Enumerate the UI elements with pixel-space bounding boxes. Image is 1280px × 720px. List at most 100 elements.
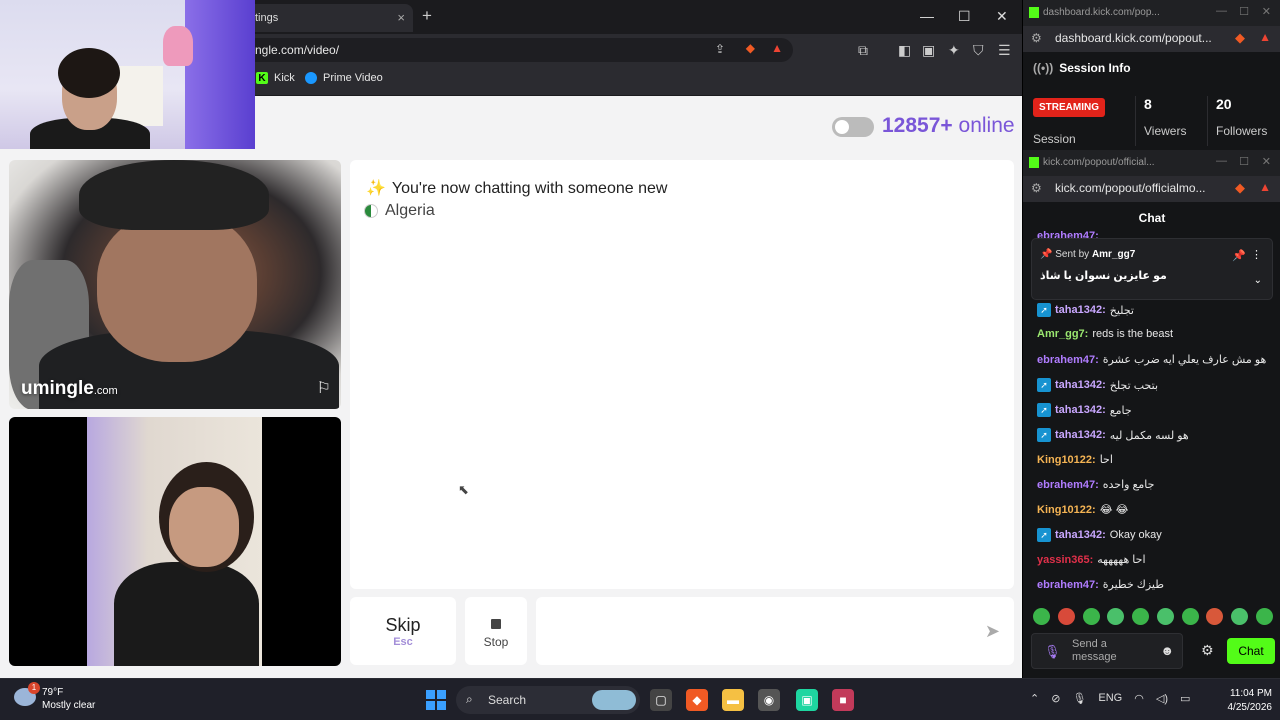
- minimize-icon[interactable]: —: [1216, 155, 1227, 167]
- leo-ai-icon[interactable]: ✦: [948, 42, 960, 59]
- file-explorer-icon[interactable]: ▬: [722, 689, 744, 711]
- emote-icon[interactable]: [1082, 608, 1100, 625]
- emote-icon[interactable]: [1057, 608, 1075, 625]
- address-bar[interactable]: ⚙ kick.com/popout/officialmo... ◆ ▲: [1023, 176, 1280, 202]
- emote-icon[interactable]: [1132, 608, 1150, 625]
- chat-message-list: ➚ taha1342: تجليخ Amr_gg7: reds is the beast…: [1023, 300, 1280, 600]
- chat-username[interactable]: King10122:: [1037, 454, 1096, 466]
- wallet-icon[interactable]: ▣: [922, 42, 935, 59]
- task-view-icon[interactable]: ▢: [650, 689, 672, 711]
- wifi-off-icon[interactable]: ⊘: [1051, 692, 1060, 705]
- bookmark-label: Prime Video: [323, 72, 383, 84]
- recording-app-icon[interactable]: ■: [832, 689, 854, 711]
- microphone-icon[interactable]: 🎙: [1044, 644, 1061, 660]
- search-highlight-image: [592, 690, 636, 710]
- emote-icon[interactable]: [1255, 608, 1273, 625]
- close-window-icon[interactable]: ✕: [1262, 5, 1271, 18]
- chat-send-button[interactable]: Chat: [1227, 638, 1275, 664]
- chat-username[interactable]: ebrahem47:: [1037, 479, 1099, 491]
- brave-browser-icon[interactable]: ◆: [686, 689, 708, 711]
- maximize-icon[interactable]: ☐: [958, 8, 971, 25]
- taskbar-search[interactable]: ⌕ Search: [456, 686, 640, 714]
- chat-message-input[interactable]: 🎙 Send a message ☻: [1031, 633, 1183, 669]
- emote-icon[interactable]: [1181, 608, 1199, 625]
- bookmark-kick[interactable]: K Kick: [256, 72, 295, 84]
- maximize-icon[interactable]: ☐: [1239, 155, 1249, 168]
- message-input[interactable]: ➤: [536, 597, 1014, 665]
- bookmark-prime-video[interactable]: Prime Video: [305, 72, 383, 84]
- chat-username[interactable]: taha1342:: [1055, 379, 1106, 391]
- skip-shortcut: Esc: [393, 636, 413, 648]
- chat-username[interactable]: taha1342:: [1055, 404, 1106, 416]
- chat-username[interactable]: taha1342:: [1055, 529, 1106, 541]
- screenshot-icon[interactable]: ⧉: [858, 42, 868, 59]
- chat-status-message: ✨ You're now chatting with someone new: [366, 180, 668, 197]
- stop-button[interactable]: Stop: [465, 597, 527, 665]
- window-title-bar: dashboard.kick.com/pop... — ☐ ✕: [1023, 0, 1280, 26]
- pinned-message: 📌 Sent by Amr_gg7 مو عايزين نسوان يا شاذ…: [1031, 238, 1273, 300]
- close-window-icon[interactable]: ✕: [1262, 155, 1271, 168]
- pin-icon[interactable]: 📌: [1232, 249, 1246, 262]
- emote-icon[interactable]: [1107, 608, 1125, 625]
- start-menu-icon[interactable]: [426, 690, 446, 710]
- language-indicator[interactable]: ENG: [1098, 692, 1122, 705]
- send-icon[interactable]: ➤: [985, 621, 1000, 642]
- chevron-up-icon[interactable]: ⌃: [1030, 692, 1039, 705]
- app-icon[interactable]: ▣: [796, 689, 818, 711]
- menu-icon[interactable]: ☰: [998, 42, 1011, 59]
- chat-username[interactable]: Amr_gg7:: [1037, 328, 1088, 340]
- emoji-icon[interactable]: ☻: [1160, 643, 1174, 658]
- vpn-icon[interactable]: ⛉: [973, 42, 984, 59]
- site-settings-icon[interactable]: ⚙: [1031, 181, 1042, 195]
- minimize-icon[interactable]: —: [1216, 5, 1227, 17]
- theme-toggle[interactable]: [832, 117, 874, 137]
- new-tab-button[interactable]: +: [422, 6, 432, 26]
- sidebar-icon[interactable]: ◧: [898, 42, 911, 59]
- emote-icon[interactable]: [1033, 608, 1050, 625]
- chat-username[interactable]: King10122:: [1037, 504, 1096, 516]
- microphone-icon[interactable]: 🎙: [1072, 692, 1086, 705]
- chevron-down-icon[interactable]: ⌄: [1254, 275, 1262, 286]
- report-flag-icon[interactable]: ⚐: [317, 378, 331, 398]
- umingle-page: 12857+ online umingle.com ⚐ ✨ You're now …: [0, 96, 1022, 678]
- maximize-icon[interactable]: ☐: [1239, 5, 1249, 18]
- chat-username[interactable]: taha1342:: [1055, 304, 1106, 316]
- online-label: online: [958, 114, 1015, 137]
- broadcast-icon: ((•)): [1033, 61, 1054, 75]
- brave-shields-icon[interactable]: ◆: [1235, 180, 1245, 196]
- chat-username[interactable]: ebrahem47:: [1037, 579, 1099, 591]
- browser-tab[interactable]: tings ×: [245, 4, 413, 32]
- search-icon: ⌕: [466, 692, 473, 706]
- emote-icon[interactable]: [1231, 608, 1249, 625]
- brave-rewards-icon[interactable]: ▲: [1259, 180, 1271, 194]
- brave-shields-icon[interactable]: ◆: [746, 41, 755, 55]
- chat-username[interactable]: yassin365:: [1037, 554, 1093, 566]
- brave-rewards-icon[interactable]: ▲: [1259, 30, 1271, 44]
- wifi-icon[interactable]: ◠: [1134, 692, 1144, 705]
- minimize-icon[interactable]: —: [920, 8, 934, 24]
- clock[interactable]: 11:04 PM 4/25/2026: [1216, 687, 1273, 715]
- chat-settings-icon[interactable]: ⚙: [1201, 642, 1214, 659]
- skip-label: Skip: [385, 615, 421, 635]
- brave-rewards-icon[interactable]: ▲: [771, 41, 783, 55]
- obs-icon[interactable]: ◉: [758, 689, 780, 711]
- site-settings-icon[interactable]: ⚙: [1031, 31, 1042, 45]
- address-bar[interactable]: ⚙ dashboard.kick.com/popout... ◆ ▲: [1023, 26, 1280, 52]
- chat-message: ebrahem47: جامع واحده: [1037, 478, 1154, 492]
- chat-message: King10122: احا: [1037, 453, 1113, 467]
- chat-username[interactable]: taha1342:: [1055, 429, 1106, 441]
- url-field[interactable]: ngle.com/video/ ⇪ ◆ ▲: [245, 38, 793, 62]
- emote-icon[interactable]: [1156, 608, 1174, 625]
- skip-button[interactable]: Skip Esc: [350, 597, 456, 665]
- emote-icon[interactable]: [1206, 608, 1224, 625]
- chat-message: ➚ taha1342: بتحب تجلخ: [1037, 378, 1158, 392]
- close-tab-icon[interactable]: ×: [397, 10, 405, 25]
- brave-shields-icon[interactable]: ◆: [1235, 30, 1245, 46]
- chat-username[interactable]: ebrahem47:: [1037, 354, 1099, 366]
- close-window-icon[interactable]: ✕: [996, 8, 1008, 25]
- share-icon[interactable]: ⇪: [715, 42, 725, 56]
- battery-icon[interactable]: ▭: [1180, 692, 1190, 705]
- more-options-icon[interactable]: ⋮: [1251, 248, 1262, 261]
- chat-text: Okay okay: [1109, 529, 1162, 541]
- volume-icon[interactable]: ◁): [1156, 692, 1168, 705]
